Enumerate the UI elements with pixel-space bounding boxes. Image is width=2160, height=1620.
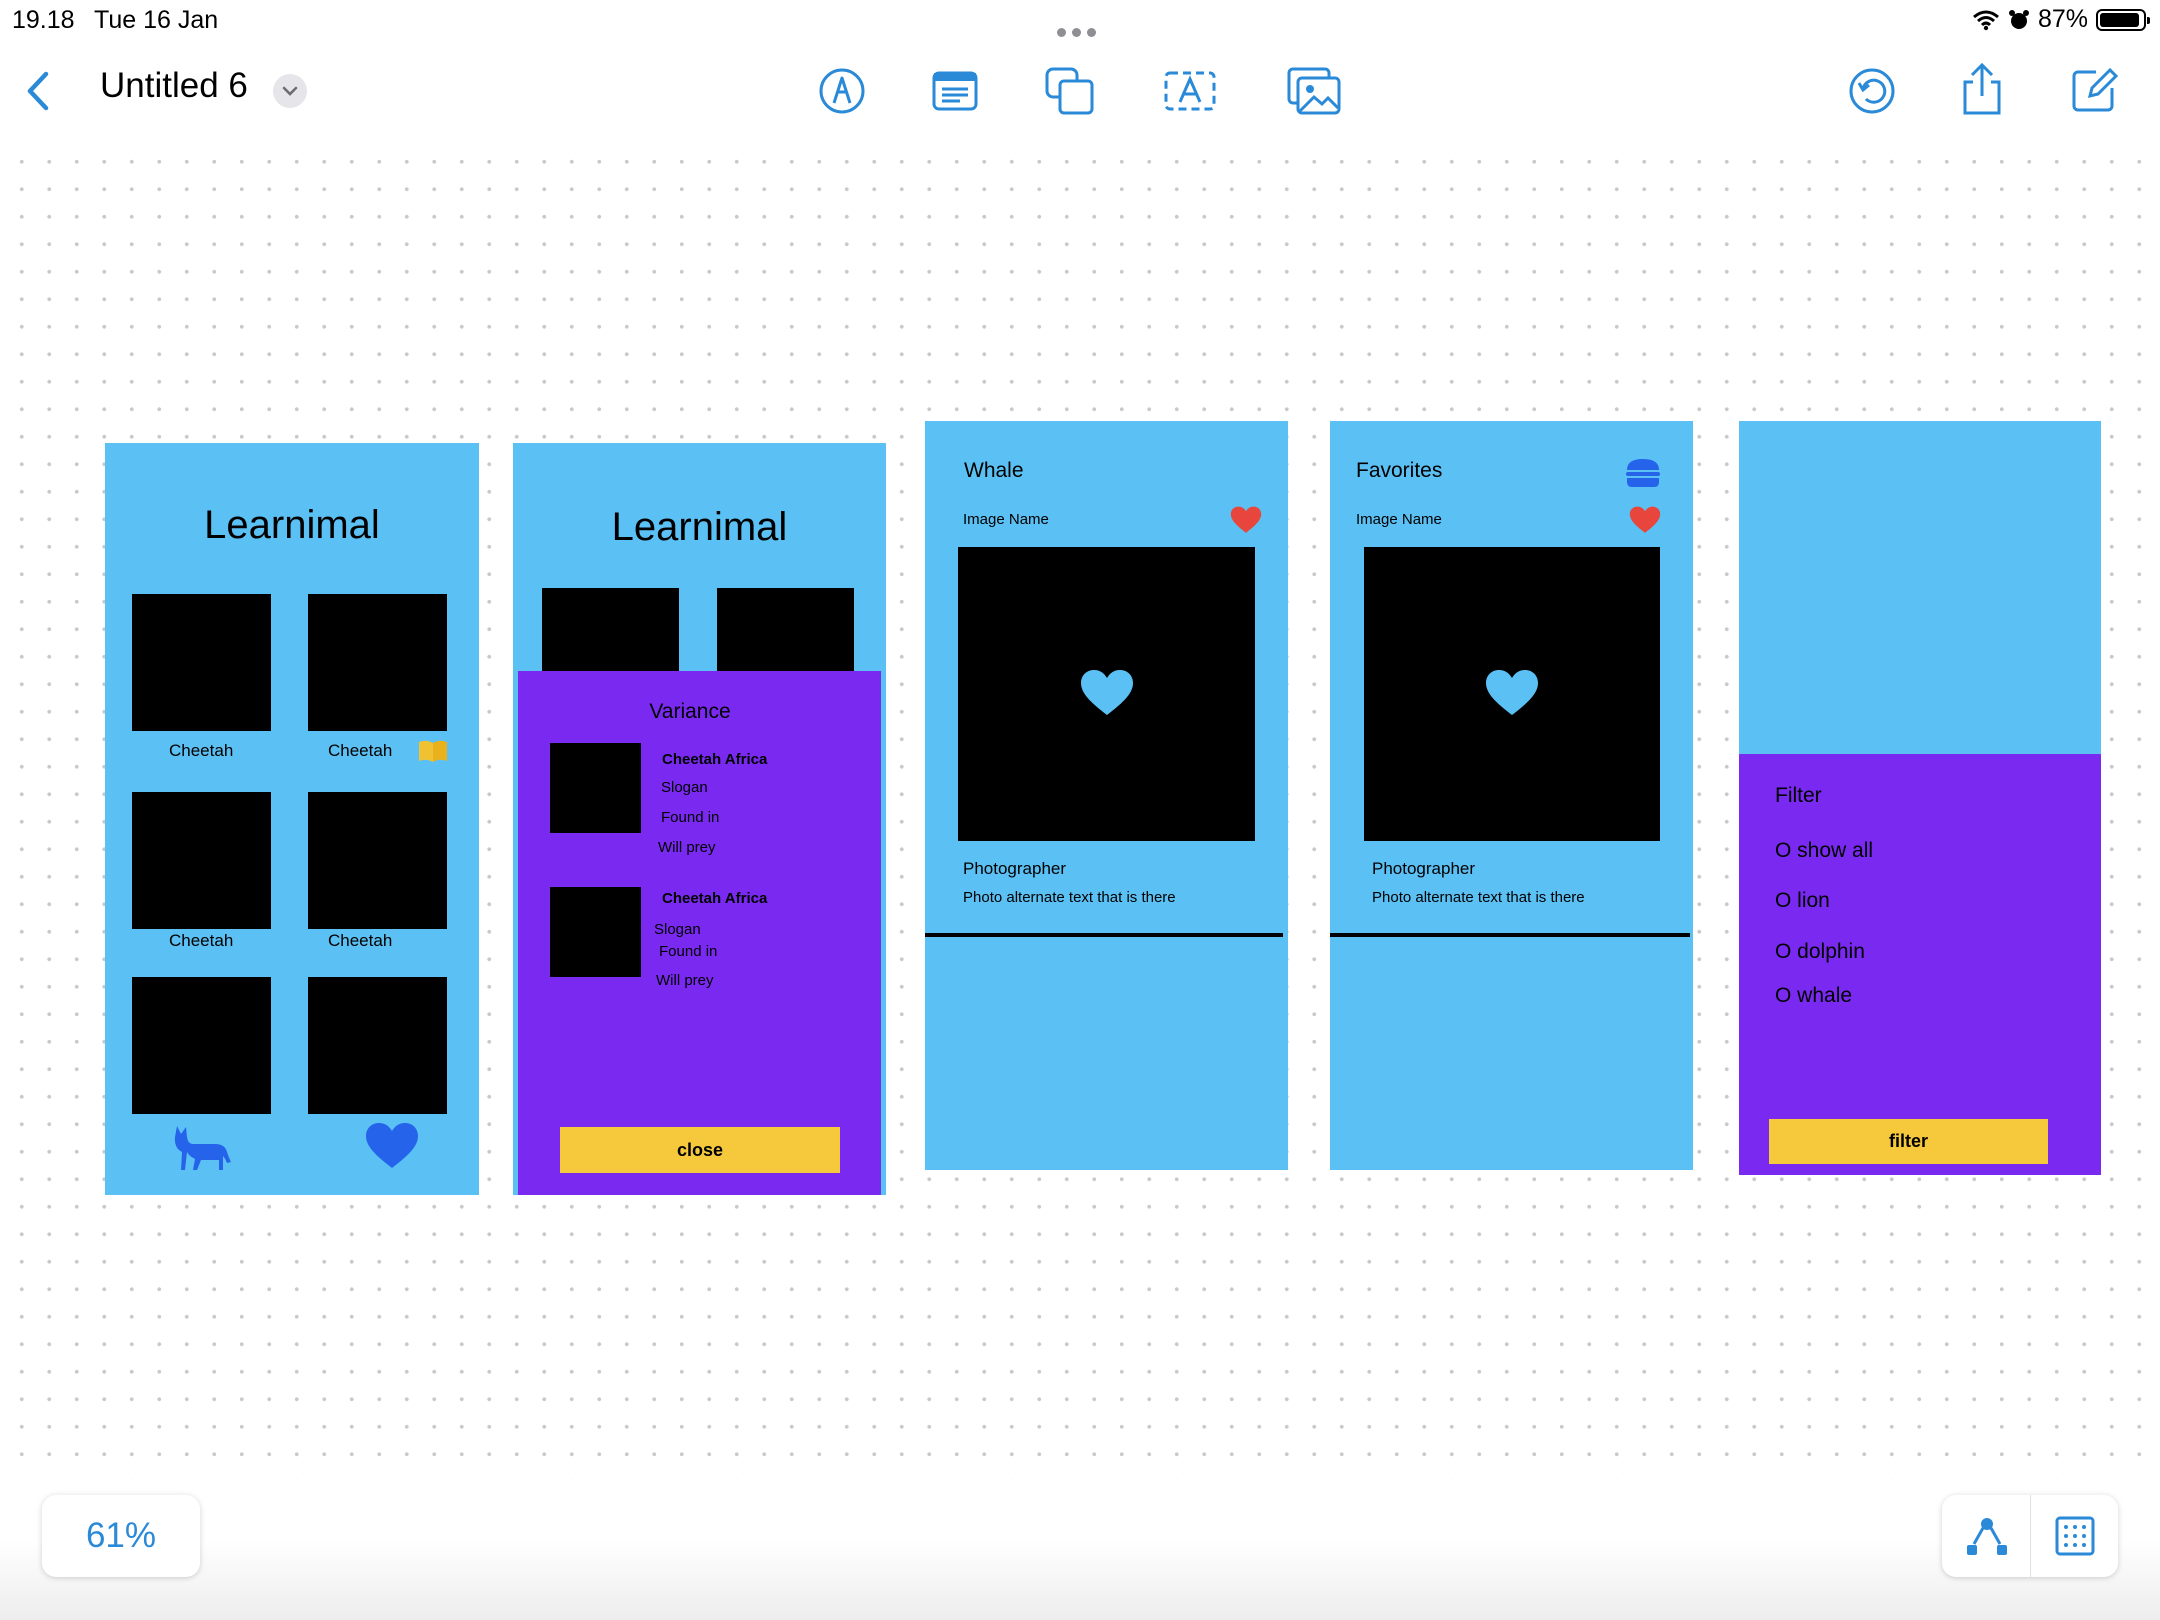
favorite-heart-icon[interactable] xyxy=(1230,506,1262,534)
variance-screen[interactable]: Learnimal Variance Cheetah Africa Slogan… xyxy=(513,443,886,1195)
heart-icon xyxy=(1486,670,1538,715)
tile-image[interactable] xyxy=(132,594,271,731)
compose-icon[interactable] xyxy=(2070,66,2118,114)
photographer: Photographer xyxy=(963,859,1067,878)
tile-label: Cheetah xyxy=(169,931,234,950)
photographer: Photographer xyxy=(1372,859,1476,878)
divider xyxy=(925,933,1283,937)
image-name: Image Name xyxy=(963,511,1049,528)
undo-icon[interactable] xyxy=(1848,67,1896,115)
cat-icon[interactable] xyxy=(169,1122,233,1172)
canvas-controls xyxy=(1942,1495,2118,1577)
zoom-level-button[interactable]: 61% xyxy=(42,1495,200,1577)
favorite-heart-icon[interactable] xyxy=(1629,506,1661,534)
heart-icon[interactable] xyxy=(365,1122,419,1170)
multitasking-dots[interactable] xyxy=(1057,15,1103,37)
detail-image[interactable] xyxy=(958,547,1255,841)
chevron-down-icon xyxy=(282,86,298,96)
tile-image[interactable] xyxy=(132,792,271,929)
filter-title: Filter xyxy=(1775,784,1822,807)
favorite-image[interactable] xyxy=(1364,547,1660,841)
variance-item-found: Found in xyxy=(661,809,720,826)
variance-bg-title: Learnimal xyxy=(611,505,788,549)
detail-screen[interactable]: Whale Image Name Photographer Photo alte… xyxy=(925,421,1288,1170)
close-button[interactable]: close xyxy=(560,1127,840,1173)
document-title[interactable]: Untitled 6 xyxy=(100,66,248,106)
variance-item-name: Cheetah Africa xyxy=(662,890,768,907)
tile-image[interactable] xyxy=(308,977,447,1114)
favorites-title: Favorites xyxy=(1356,459,1443,482)
filter-option[interactable]: O show all xyxy=(1775,839,1873,863)
status-date: Tue 16 Jan xyxy=(94,6,219,34)
tile-label: Cheetah xyxy=(328,931,393,950)
tile-image[interactable] xyxy=(132,977,271,1114)
battery-percent: 87% xyxy=(2037,5,2088,33)
tile-image[interactable] xyxy=(308,594,447,731)
alt-text: Photo alternate text that is there xyxy=(1372,889,1585,906)
filter-option[interactable]: O whale xyxy=(1775,984,1852,1008)
filter-sheet[interactable]: Filter O show all O lion O dolphin O wha… xyxy=(1739,754,2101,1175)
tile-image[interactable] xyxy=(308,792,447,929)
variance-item-slogan: Slogan xyxy=(654,921,701,938)
tile-label: Cheetah xyxy=(169,741,234,760)
variance-sheet[interactable]: Variance Cheetah Africa Slogan Found in … xyxy=(518,671,881,1195)
variance-item-prey: Will prey xyxy=(656,972,714,989)
divider xyxy=(1330,933,1690,937)
home-title: Learnimal xyxy=(204,503,380,547)
alt-text: Photo alternate text that is there xyxy=(963,889,1176,906)
separator xyxy=(2030,1495,2031,1577)
pen-tool-icon[interactable] xyxy=(818,67,866,115)
filter-screen[interactable]: Filter O show all O lion O dolphin O wha… xyxy=(1739,421,2101,1175)
back-chevron-icon[interactable] xyxy=(24,70,54,112)
variance-item-found: Found in xyxy=(659,943,718,960)
variance-item-slogan: Slogan xyxy=(661,779,708,796)
shapes-icon[interactable] xyxy=(1044,66,1096,116)
detail-title: Whale xyxy=(964,459,1024,482)
alarm-icon xyxy=(2008,9,2029,29)
tile-label: Cheetah xyxy=(328,741,393,760)
heart-icon xyxy=(1081,670,1133,715)
variance-item-prey: Will prey xyxy=(658,839,716,856)
share-icon[interactable] xyxy=(1960,62,2004,116)
favorites-screen[interactable]: Favorites Image Name Photographer Photo … xyxy=(1330,421,1693,1170)
wifi-icon xyxy=(1972,10,1999,30)
battery-icon xyxy=(2096,8,2150,31)
filter-button[interactable]: filter xyxy=(1769,1119,2048,1164)
connector-icon[interactable] xyxy=(1964,1515,2010,1557)
status-right: 87% xyxy=(1972,5,2150,34)
grid-icon[interactable] xyxy=(2054,1515,2096,1557)
book-icon[interactable] xyxy=(418,739,448,763)
status-bar: 19.18 Tue 16 Jan 87% xyxy=(0,0,2160,40)
status-time: 19.18 xyxy=(12,6,75,34)
bottom-shade xyxy=(0,1540,2160,1620)
variance-item-name: Cheetah Africa xyxy=(662,751,768,768)
filter-option[interactable]: O lion xyxy=(1775,889,1830,913)
hamburger-menu-icon[interactable] xyxy=(1624,458,1662,488)
variance-item-image[interactable] xyxy=(550,743,641,833)
title-menu-button[interactable] xyxy=(273,74,307,108)
variance-item-image[interactable] xyxy=(550,887,641,977)
media-icon[interactable] xyxy=(1286,66,1342,116)
image-name: Image Name xyxy=(1356,511,1442,528)
home-screen[interactable]: Learnimal Cheetah Cheetah Cheetah Cheeta… xyxy=(105,443,479,1195)
text-box-icon[interactable] xyxy=(932,70,978,112)
text-icon[interactable] xyxy=(1163,68,1217,114)
variance-title: Variance xyxy=(649,700,731,723)
filter-option[interactable]: O dolphin xyxy=(1775,940,1865,964)
